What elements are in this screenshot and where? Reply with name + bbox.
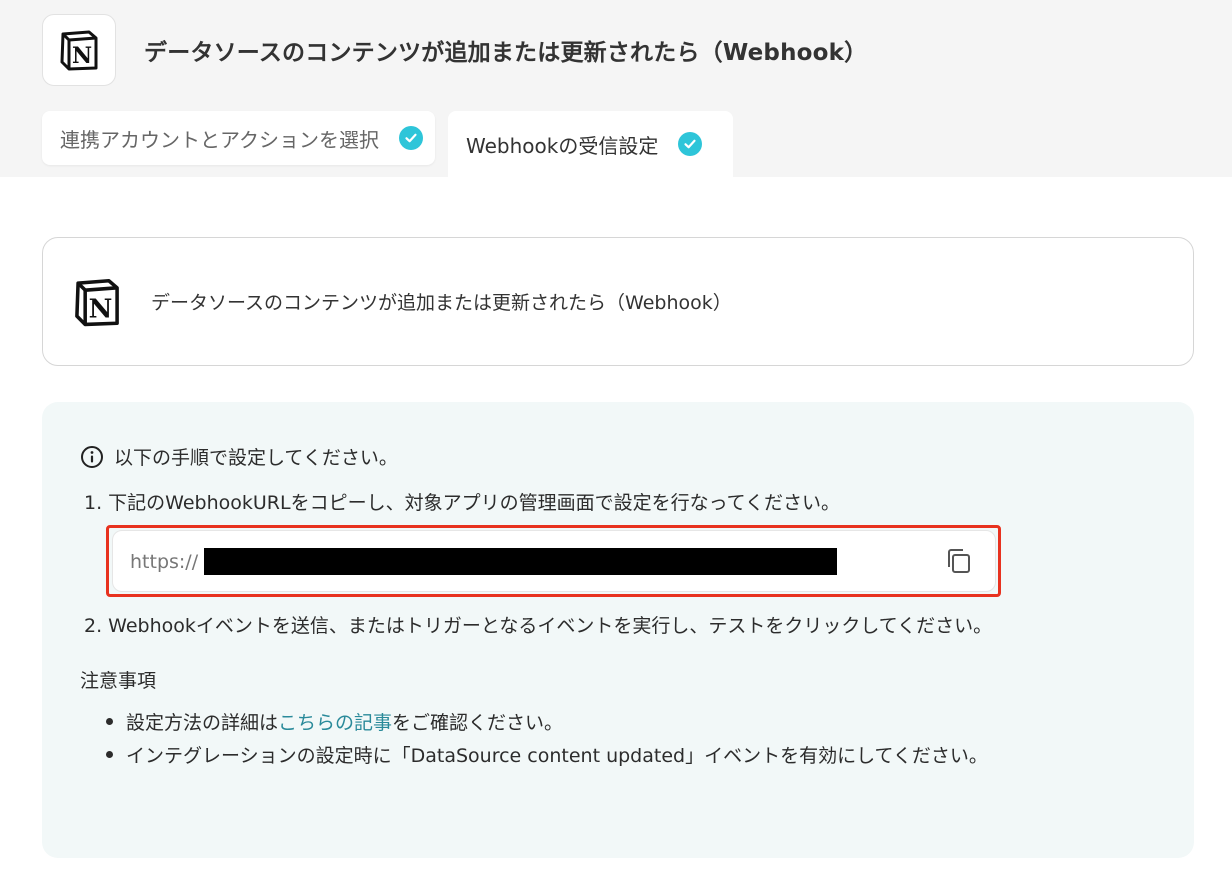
- note-item: インテグレーションの設定時に「DataSource content update…: [106, 741, 988, 768]
- notion-icon: N: [71, 276, 123, 328]
- note-text: 設定方法の詳細は: [126, 712, 279, 734]
- notes-title: 注意事項: [80, 670, 157, 692]
- page-title: データソースのコンテンツが追加または更新されたら（Webhook）: [144, 40, 868, 66]
- info-circle-icon: [81, 445, 103, 468]
- bullet: [106, 751, 113, 758]
- tab-account-action[interactable]: 連携アカウントとアクションを選択: [42, 111, 435, 165]
- note-text: インテグレーションの設定時に「DataSource content update…: [126, 745, 988, 767]
- note-text: をご確認ください。: [392, 712, 564, 734]
- svg-text:N: N: [72, 43, 92, 69]
- trigger-title: データソースのコンテンツが追加または更新されたら（Webhook）: [151, 292, 732, 314]
- instructions-heading-text: 以下の手順で設定してください。: [114, 447, 398, 469]
- app-logo: N: [42, 14, 116, 86]
- svg-text:N: N: [89, 294, 113, 324]
- note-item: 設定方法の詳細は こちらの記事 をご確認ください。: [106, 708, 563, 735]
- tab-label: Webhookの受信設定: [466, 133, 659, 158]
- notion-icon: N: [60, 30, 98, 71]
- instruction-step-2: 2. Webhookイベントを送信、またはトリガーとなるイベントを実行し、テスト…: [84, 615, 993, 637]
- check-circle-icon: [399, 126, 423, 150]
- tab-label: 連携アカウントとアクションを選択: [60, 127, 379, 152]
- tab-webhook-settings[interactable]: Webhookの受信設定: [448, 111, 733, 177]
- redacted-url: [204, 548, 837, 575]
- bullet: [106, 718, 113, 725]
- trigger-card: N データソースのコンテンツが追加または更新されたら（Webhook）: [42, 237, 1194, 366]
- instruction-step-1: 1. 下記のWebhookURLをコピーし、対象アプリの管理画面で設定を行なって…: [84, 492, 841, 514]
- webhook-url-text: https://: [130, 551, 199, 573]
- copy-icon: [948, 549, 970, 573]
- check-circle-icon: [678, 132, 703, 156]
- copy-button[interactable]: [944, 546, 974, 576]
- instructions-heading: 以下の手順で設定してください。: [80, 443, 398, 470]
- article-link[interactable]: こちらの記事: [278, 708, 392, 735]
